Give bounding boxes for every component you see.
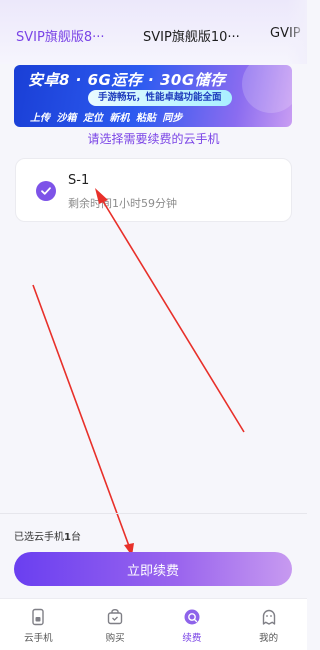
cloud-phone-card[interactable]: S-1 剩余时间1小时59分钟 [15,158,292,222]
checkbox-checked-icon[interactable] [36,181,56,201]
banner-features: 上传 沙箱 定位 新机 粘贴 同步 [30,113,183,124]
nav-label-mine: 我的 [259,633,279,644]
selected-suffix: 台 [70,532,81,543]
bottom-nav: 云手机 购买 续费 我的 [0,598,307,650]
selected-prefix: 已选云手机 [14,532,64,543]
nav-label-cloud-phone: 云手机 [24,633,53,644]
nav-item-cloud-phone[interactable]: 云手机 [0,599,77,650]
nav-item-renew[interactable]: 续费 [154,599,231,650]
phone-name: S-1 [68,173,90,188]
nav-item-buy[interactable]: 购买 [77,599,154,650]
profile-ghost-icon [260,608,278,626]
selected-count-text: 已选云手机1台 [14,528,81,543]
arrow-line-to-phone [100,197,245,433]
selected-count-number: 1 [64,532,71,543]
banner-headline: 安卓8 · 6G运存 · 30G储存 [28,71,226,89]
renew-icon [183,608,201,626]
cloud-phone-icon [29,608,47,626]
banner-decoration [242,65,292,113]
nav-item-mine[interactable]: 我的 [230,599,307,650]
arrow-line-to-button [32,284,130,547]
page-subtitle: 请选择需要续费的云手机 [87,132,220,146]
tab-svip-10[interactable]: SVIP旗舰版10··· [143,26,240,45]
banner-tagline: 手游畅玩，性能卓越功能全面 [88,90,232,106]
tabs-fade [287,0,307,64]
shopping-bag-icon [106,608,124,626]
nav-label-buy: 购买 [105,633,125,644]
renew-now-button[interactable]: 立即续费 [14,552,292,586]
footer-divider [0,513,307,514]
phone-remaining-time: 剩余时间1小时59分钟 [68,197,177,210]
plan-tabs: SVIP旗舰版8··· SVIP旗舰版10··· GVIP [0,0,307,64]
tab-svip-8[interactable]: SVIP旗舰版8··· [16,26,105,45]
nav-label-renew: 续费 [182,633,202,644]
promo-banner[interactable]: 安卓8 · 6G运存 · 30G储存 手游畅玩，性能卓越功能全面 上传 沙箱 定… [14,65,292,127]
